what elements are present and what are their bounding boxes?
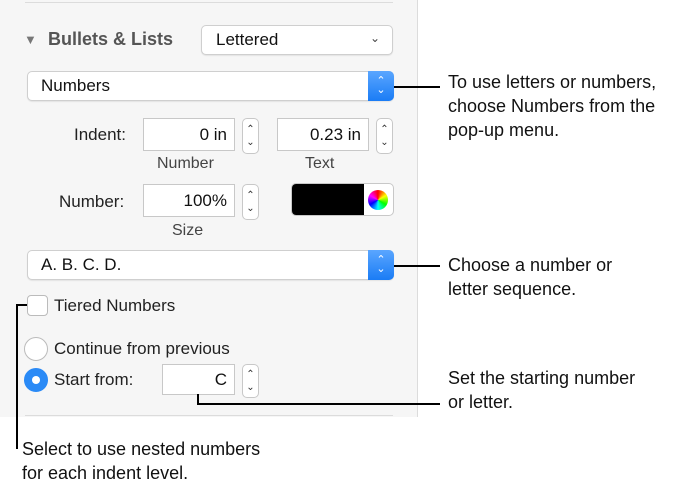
indent-label: Indent:: [74, 125, 126, 144]
tiered-numbers-checkbox[interactable]: [27, 295, 48, 316]
number-size-caption: Size: [172, 222, 204, 239]
callout-line: [394, 86, 440, 88]
indent-text-caption: Text: [305, 155, 335, 172]
up-down-arrows-icon: ⌃ ⌄: [368, 250, 394, 280]
indent-number-stepper[interactable]: ⌃ ⌄: [242, 118, 259, 154]
number-size-field[interactable]: 100%: [143, 184, 235, 217]
divider: [25, 2, 393, 3]
callout-start: Set the starting number or letter.: [448, 368, 636, 412]
chevron-down-icon: ⌄: [369, 31, 380, 45]
indent-text-stepper[interactable]: ⌃ ⌄: [376, 118, 393, 154]
start-from-field[interactable]: C: [162, 364, 235, 395]
bullet-type-value: Numbers: [41, 76, 110, 95]
disclosure-triangle-icon[interactable]: ▼: [24, 32, 37, 47]
sequence-popup[interactable]: A. B. C. D. ⌃ ⌄: [27, 250, 394, 280]
number-size-stepper[interactable]: ⌃ ⌄: [242, 184, 259, 220]
bullet-type-popup[interactable]: Numbers ⌃ ⌄: [27, 71, 394, 101]
section-title: Bullets & Lists: [48, 29, 174, 49]
up-down-arrows-icon: ⌃ ⌄: [368, 71, 394, 101]
indent-number-field[interactable]: 0 in: [143, 118, 235, 151]
start-from-radio[interactable]: [24, 368, 48, 392]
list-style-value: Lettered: [216, 30, 279, 49]
divider: [25, 415, 393, 416]
continue-radio[interactable]: [24, 337, 48, 361]
tiered-numbers-label: Tiered Numbers: [54, 296, 176, 315]
color-wheel-icon[interactable]: [368, 190, 388, 210]
format-panel: ▼ Bullets & Lists Lettered ⌄ Numbers ⌃ ⌄ …: [0, 0, 418, 417]
callout-line: [197, 403, 440, 405]
number-label: Number:: [59, 192, 125, 211]
indent-number-caption: Number: [157, 155, 214, 172]
callout-sequence: Choose a number or letter sequence.: [448, 255, 613, 299]
callout-line: [394, 265, 440, 267]
list-style-popup[interactable]: Lettered ⌄: [201, 25, 393, 55]
start-from-stepper[interactable]: ⌃ ⌄: [242, 364, 259, 398]
indent-text-field[interactable]: 0.23 in: [277, 118, 369, 151]
callout-tiered: Select to use nested numbers for each ind…: [22, 439, 261, 483]
callout-line: [16, 304, 18, 449]
continue-label: Continue from previous: [54, 339, 230, 358]
number-color-well[interactable]: [291, 183, 394, 216]
callout-numbers: To use letters or numbers, choose Numbers…: [448, 72, 657, 140]
sequence-value: A. B. C. D.: [41, 255, 122, 274]
start-from-label: Start from:: [54, 370, 134, 389]
color-swatch: [292, 184, 364, 215]
